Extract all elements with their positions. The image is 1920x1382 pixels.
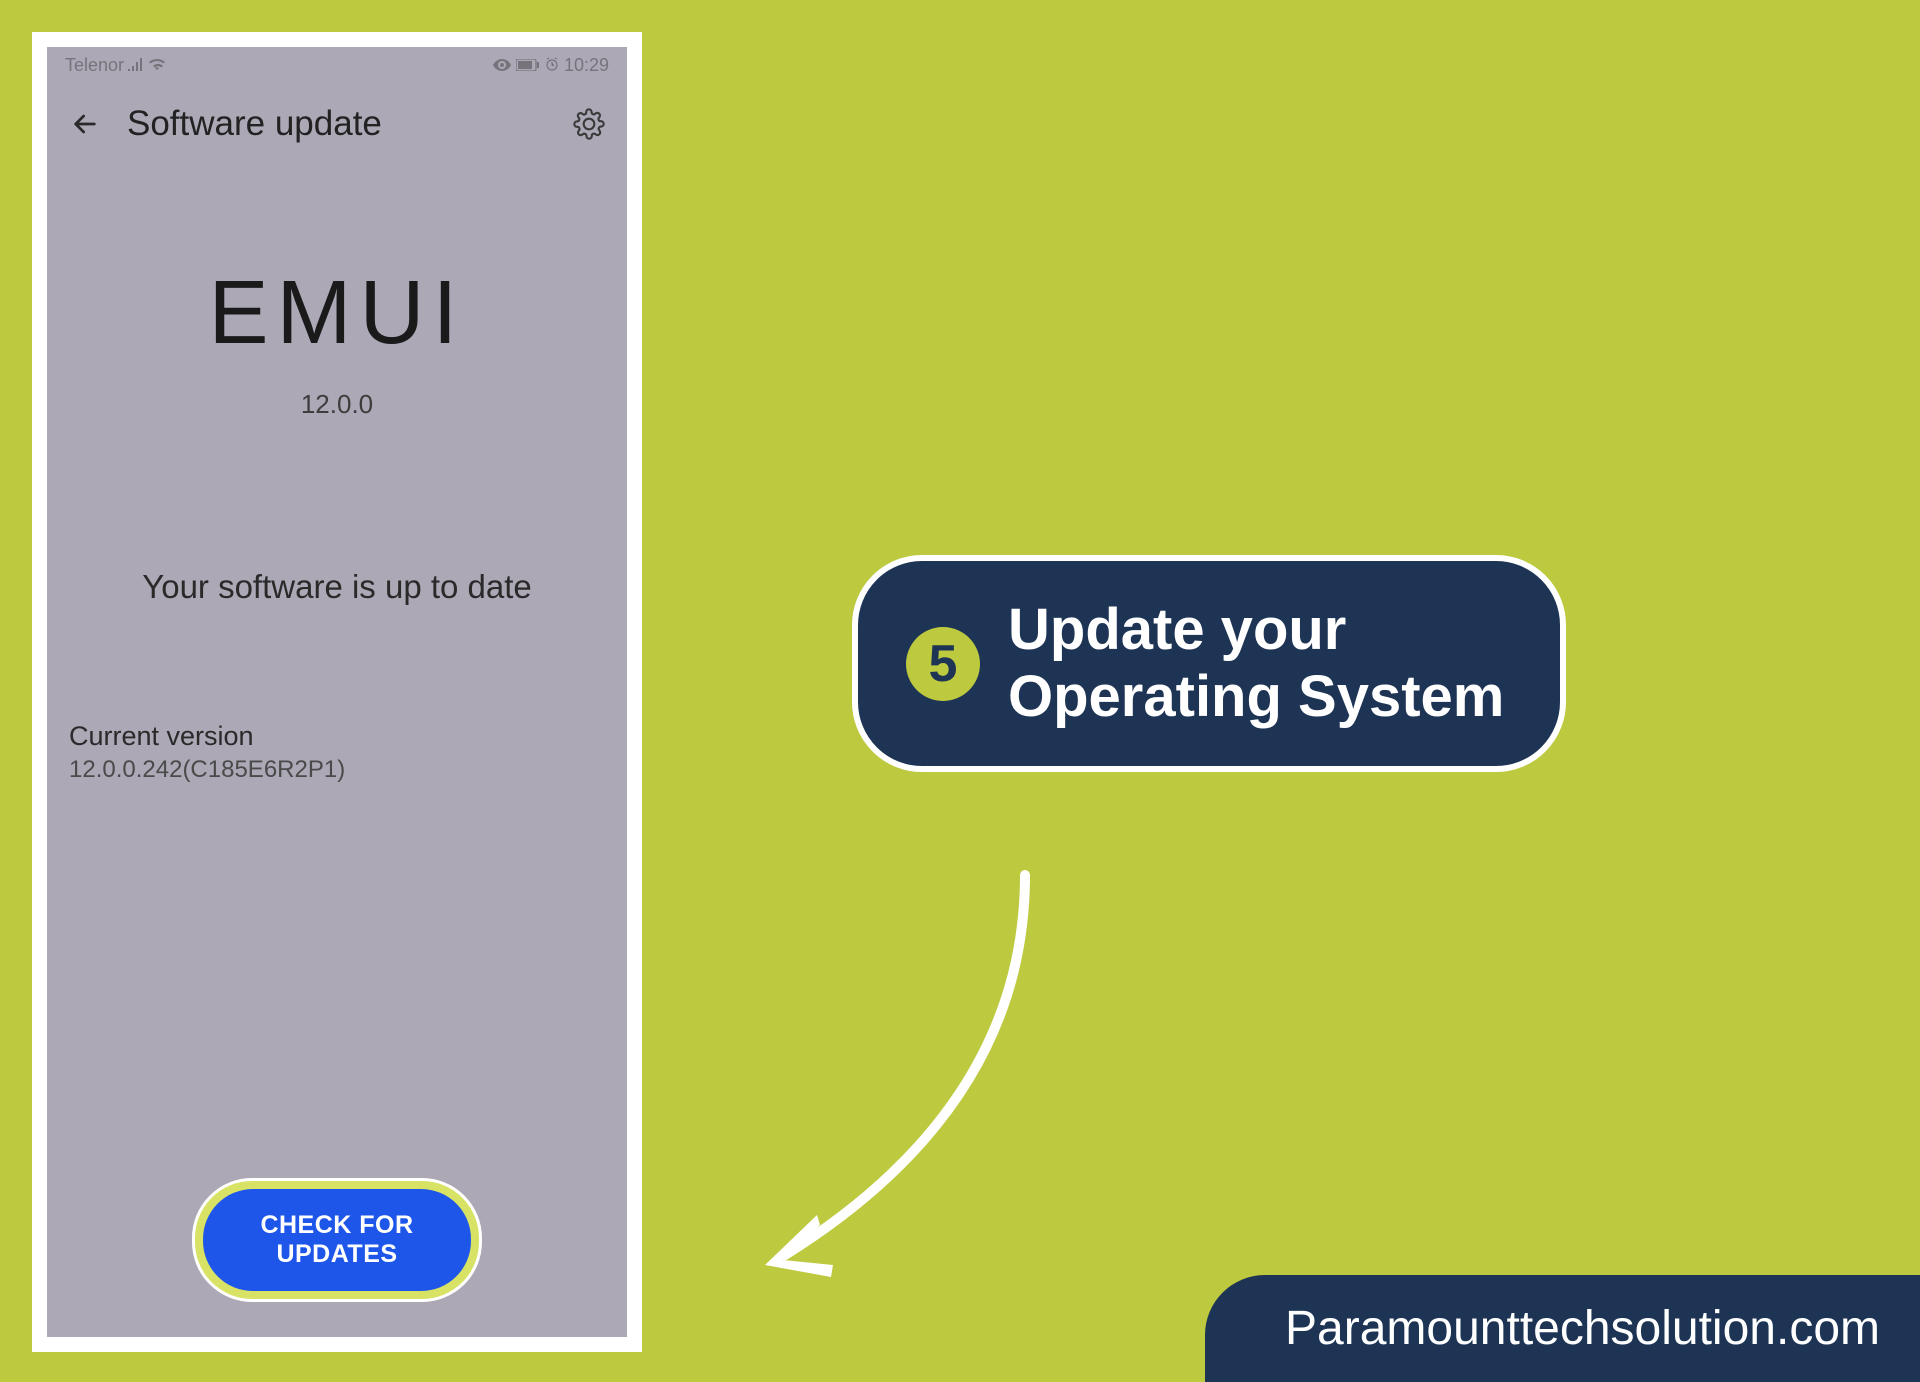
emui-logo-text: EMUI <box>209 263 466 363</box>
step-text: Update your Operating System <box>1008 597 1504 730</box>
status-bar: Telenor 10:29 <box>47 47 627 80</box>
step-callout: 5 Update your Operating System <box>852 555 1566 772</box>
gear-icon[interactable] <box>573 108 605 140</box>
current-version-label: Current version <box>69 721 605 752</box>
step-text-line1: Update your <box>1008 597 1504 664</box>
emui-version: 12.0.0 <box>47 389 627 420</box>
nav-bar: Software update <box>47 80 627 170</box>
phone-frame: Telenor 10:29 <box>32 32 642 1352</box>
signal-icon <box>128 55 144 76</box>
step-text-line2: Operating System <box>1008 664 1504 731</box>
battery-icon <box>516 55 540 76</box>
emui-logo: EMUI <box>47 262 627 365</box>
phone-screen: Telenor 10:29 <box>47 47 627 1337</box>
check-updates-button[interactable]: CHECK FOR UPDATES <box>203 1189 471 1291</box>
alarm-icon <box>545 55 559 76</box>
check-updates-highlight: CHECK FOR UPDATES <box>192 1178 482 1302</box>
carrier-label: Telenor <box>65 55 124 76</box>
update-status-message: Your software is up to date <box>47 568 627 606</box>
status-bar-left: Telenor <box>65 55 166 76</box>
eye-icon <box>493 55 511 76</box>
current-version-value: 12.0.0.242(C185E6R2P1) <box>69 756 605 784</box>
arrow-icon <box>745 865 1065 1295</box>
back-icon[interactable] <box>69 108 101 140</box>
brand-ribbon: Paramounttechsolution.com <box>1205 1275 1920 1382</box>
page-title: Software update <box>127 104 547 144</box>
status-bar-right: 10:29 <box>493 55 609 76</box>
clock-time: 10:29 <box>564 55 609 76</box>
current-version-block[interactable]: Current version 12.0.0.242(C185E6R2P1) <box>47 721 627 784</box>
step-number-badge: 5 <box>906 627 980 701</box>
wifi-icon <box>148 55 166 76</box>
